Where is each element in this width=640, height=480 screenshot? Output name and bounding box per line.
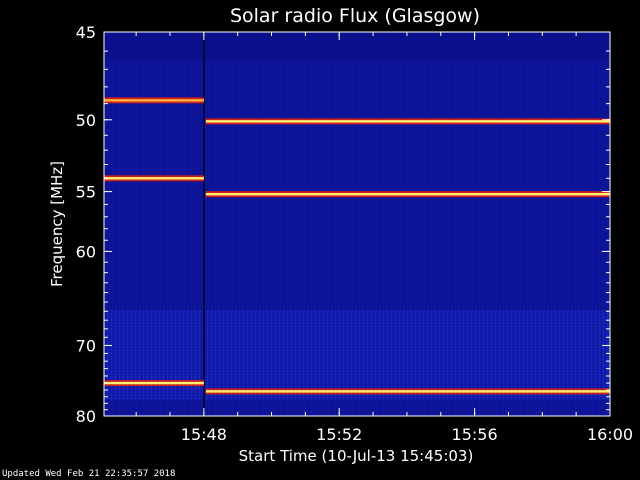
data-gap-divider bbox=[203, 32, 205, 416]
emission-line-1 bbox=[104, 177, 204, 180]
emission-line-5 bbox=[205, 390, 610, 393]
chart-title: Solar radio Flux (Glasgow) bbox=[230, 5, 480, 27]
x-tick-label-3: 16:00 bbox=[587, 425, 633, 444]
emission-line-0 bbox=[104, 99, 204, 102]
emission-line-4 bbox=[205, 192, 610, 196]
plot-area bbox=[104, 32, 610, 416]
heatmap-noise-band bbox=[104, 310, 610, 400]
y-tick-label-4: 70 bbox=[76, 336, 96, 355]
emission-line-2 bbox=[104, 381, 204, 385]
y-tick-label-5: 80 bbox=[76, 407, 96, 426]
y-tick-label-1: 50 bbox=[76, 111, 96, 130]
emission-line-3 bbox=[205, 120, 610, 123]
x-tick-label-1: 15:52 bbox=[316, 425, 362, 444]
x-tick-label-0: 15:48 bbox=[181, 425, 227, 444]
y-axis-label: Frequency [MHz] bbox=[48, 161, 66, 287]
y-tick-label-3: 60 bbox=[76, 242, 96, 261]
x-tick-label-2: 15:56 bbox=[452, 425, 498, 444]
x-axis-label: Start Time (10-Jul-13 15:45:03) bbox=[239, 447, 474, 465]
y-tick-label-0: 45 bbox=[76, 23, 96, 42]
y-tick-label-2: 55 bbox=[76, 183, 96, 202]
updated-footer: Updated Wed Feb 21 22:35:57 2018 bbox=[2, 469, 176, 479]
heatmap-top-band bbox=[104, 32, 610, 60]
spectrogram-chart: Solar radio Flux (Glasgow) 455055607080 … bbox=[48, 5, 633, 465]
